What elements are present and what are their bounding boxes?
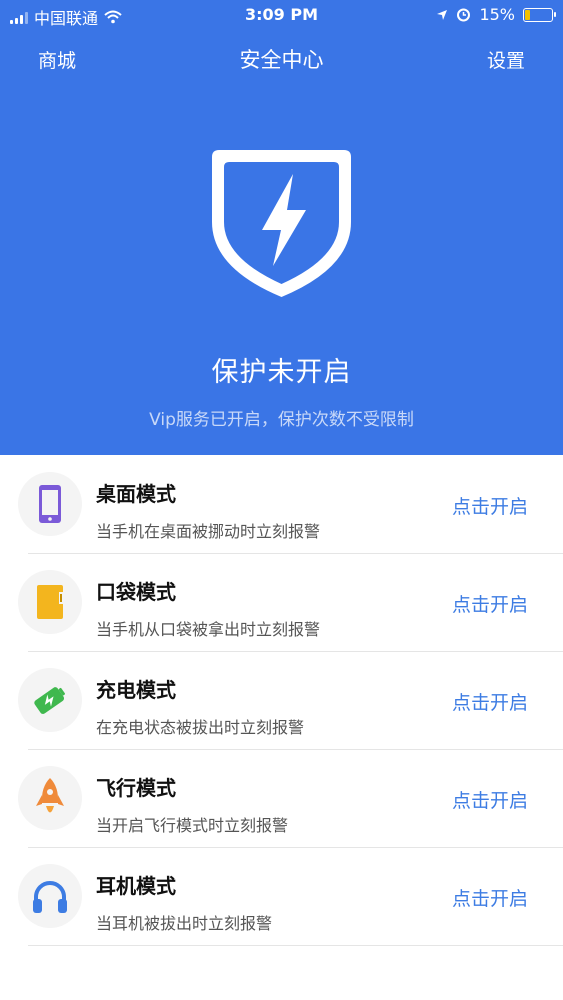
- enable-button[interactable]: 点击开启: [452, 590, 528, 617]
- mode-title: 充电模式: [96, 678, 176, 702]
- vip-status: Vip服务已开启，保护次数不受限制: [149, 410, 414, 430]
- rocket-icon: [36, 778, 64, 813]
- icon-container: [18, 766, 82, 830]
- battery-charge-icon: [34, 687, 66, 714]
- location-icon: [437, 9, 448, 20]
- enable-button[interactable]: 点击开启: [452, 492, 528, 519]
- mode-desc: 在充电状态被拔出时立刻报警: [96, 718, 305, 737]
- phone-icon: [39, 485, 61, 523]
- list-item-desk-mode[interactable]: 桌面模式 当手机在桌面被挪动时立刻报警 点击开启: [0, 456, 563, 554]
- page-title: 安全中心: [239, 48, 324, 72]
- enable-button[interactable]: 点击开启: [452, 884, 528, 911]
- icon-container: [18, 864, 82, 928]
- mode-title: 桌面模式: [96, 482, 176, 506]
- mode-list: 桌面模式 当手机在桌面被挪动时立刻报警 点击开启 口袋模式 当手机从口袋被拿出时…: [0, 456, 563, 946]
- list-item-flight-mode[interactable]: 飞行模式 当开启飞行模式时立刻报警 点击开启: [0, 750, 563, 848]
- status-bar: 中国联通 3:09 PM 15%: [0, 0, 563, 30]
- list-item-headphone-mode[interactable]: 耳机模式 当耳机被拔出时立刻报警 点击开启: [0, 848, 563, 946]
- settings-link[interactable]: 设置: [487, 46, 525, 73]
- mode-desc: 当手机在桌面被挪动时立刻报警: [96, 522, 321, 541]
- hero-panel: 中国联通 3:09 PM 15% 商城 安全中心 设置 保护未开启 Vip服务已…: [0, 0, 563, 455]
- nav-bar: 商城 安全中心 设置: [0, 40, 563, 76]
- mode-title: 飞行模式: [96, 776, 176, 800]
- headphones-icon: [33, 881, 67, 913]
- protection-status: 保护未开启: [211, 357, 352, 388]
- mode-desc: 当开启飞行模式时立刻报警: [96, 816, 289, 835]
- pocket-icon: [37, 585, 63, 619]
- list-item-pocket-mode[interactable]: 口袋模式 当手机从口袋被拿出时立刻报警 点击开启: [0, 554, 563, 652]
- mode-title: 口袋模式: [96, 580, 176, 604]
- list-item-charge-mode[interactable]: 充电模式 在充电状态被拔出时立刻报警 点击开启: [0, 652, 563, 750]
- battery-percent: 15%: [479, 5, 515, 24]
- mode-desc: 当手机从口袋被拿出时立刻报警: [96, 620, 321, 639]
- mode-title: 耳机模式: [96, 874, 176, 898]
- enable-button[interactable]: 点击开启: [452, 786, 528, 813]
- shield-lightning-icon: [212, 150, 351, 297]
- icon-container: [18, 668, 82, 732]
- battery-icon: [523, 7, 556, 22]
- alarm-icon: [457, 8, 471, 22]
- divider: [28, 945, 563, 946]
- icon-container: [18, 570, 82, 634]
- enable-button[interactable]: 点击开启: [452, 688, 528, 715]
- mode-desc: 当耳机被拔出时立刻报警: [96, 914, 273, 933]
- icon-container: [18, 472, 82, 536]
